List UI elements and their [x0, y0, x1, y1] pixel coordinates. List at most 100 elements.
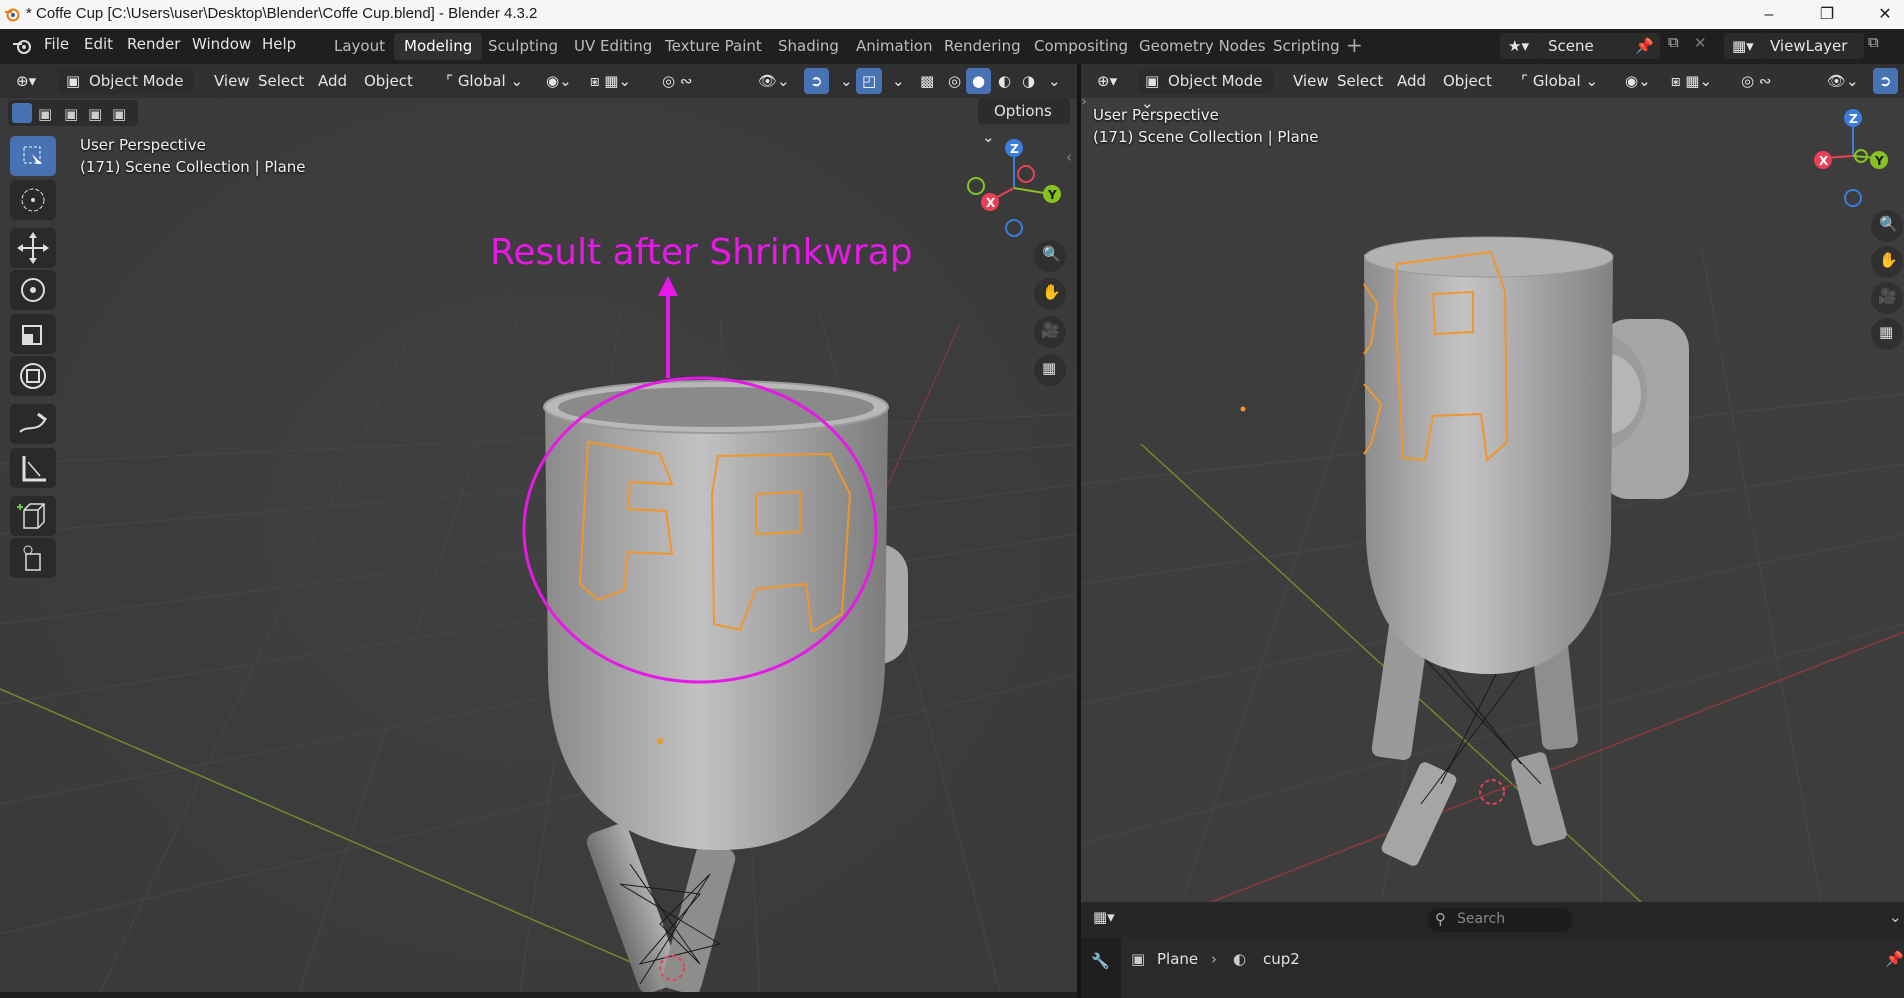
pivot-icon[interactable]: ◉⌄	[1619, 68, 1657, 94]
mode-selector[interactable]: ▣ Object Mode ⌄	[1137, 68, 1273, 112]
ortho-grid-icon[interactable]: ▦	[1034, 354, 1066, 386]
gizmo-dropdown-icon[interactable]: ⌄	[834, 68, 859, 94]
tab-modeling[interactable]: Modeling	[394, 33, 483, 60]
minimize-icon[interactable]: –	[1746, 2, 1792, 28]
editor-type-icon[interactable]: ⊕▾	[10, 68, 42, 94]
menu-add[interactable]: Add	[1391, 68, 1432, 94]
add-cube-tool[interactable]	[10, 496, 56, 536]
breadcrumb-object[interactable]: Plane	[1157, 950, 1198, 968]
move-tool[interactable]	[10, 228, 56, 268]
tab-shading[interactable]: Shading	[768, 33, 849, 60]
scale-tool[interactable]	[10, 314, 56, 354]
menu-object[interactable]: Object	[358, 68, 419, 94]
viewport-left-scene[interactable]	[0, 64, 1077, 992]
zoom-icon[interactable]: 🔍	[1034, 240, 1066, 272]
options-dropdown-icon[interactable]: ⌄	[1889, 908, 1902, 926]
viewlayer-name-field[interactable]: ViewLayer	[1764, 33, 1864, 59]
proportional-edit-icon[interactable]: ◎ ∾	[656, 68, 698, 94]
pivot-icon[interactable]: ◉⌄	[540, 68, 578, 94]
viewlayer-selector-icon[interactable]: ▦▾	[1724, 33, 1766, 59]
restore-icon[interactable]: ❐	[1804, 2, 1850, 28]
select-new-icon[interactable]	[12, 103, 32, 123]
transform-tool[interactable]	[10, 356, 56, 396]
tab-geometry-nodes[interactable]: Geometry Nodes	[1129, 33, 1276, 60]
annotate-tool[interactable]	[10, 404, 56, 444]
navigation-gizmo[interactable]: Z Y X	[1801, 104, 1901, 214]
material-shading-icon[interactable]: ◐	[992, 68, 1017, 94]
select-extend-icon[interactable]: ▣	[38, 105, 52, 123]
gizmo-toggle-icon[interactable]: ➲	[1873, 68, 1898, 94]
menu-select[interactable]: Select	[1331, 68, 1389, 94]
pin-icon[interactable]: 📌	[1635, 33, 1654, 59]
editor-type-icon[interactable]: ▦▾	[1093, 908, 1115, 926]
measure-tool[interactable]	[10, 448, 56, 488]
blender-menu-icon[interactable]	[12, 37, 32, 55]
cursor-tool[interactable]	[10, 180, 56, 220]
navigation-gizmo[interactable]: Z Y X	[962, 134, 1062, 244]
scene-selector-icon[interactable]: ★▾	[1500, 33, 1542, 59]
menu-select[interactable]: Select	[252, 68, 310, 94]
delete-scene-icon[interactable]: ✕	[1694, 34, 1707, 52]
menu-help[interactable]: Help	[262, 35, 296, 53]
scene-name-field[interactable]: Scene 📌	[1540, 33, 1660, 59]
tab-compositing[interactable]: Compositing	[1024, 33, 1138, 60]
camera-view-icon[interactable]: 🎥	[1034, 316, 1066, 348]
snap-icon[interactable]: ⧆ ▦⌄	[1665, 68, 1718, 94]
pin-icon[interactable]: 📌	[1885, 950, 1904, 968]
menu-window[interactable]: Window	[192, 35, 251, 53]
select-box-tool[interactable]	[10, 136, 56, 176]
options-button[interactable]: Options ⌄	[978, 98, 1070, 146]
new-scene-icon[interactable]: ⧉	[1668, 33, 1679, 51]
menu-view[interactable]: View	[1287, 68, 1335, 94]
breadcrumb-mesh[interactable]: cup2	[1263, 950, 1300, 968]
tab-rendering[interactable]: Rendering	[934, 33, 1031, 60]
rendered-shading-icon[interactable]: ◑	[1016, 68, 1041, 94]
snap-icon[interactable]: ⧆ ▦⌄	[584, 68, 637, 94]
orientation-selector[interactable]: ⌜ Global ⌄	[1515, 68, 1604, 94]
tab-layout[interactable]: Layout	[324, 33, 395, 60]
add-object-tool[interactable]	[10, 538, 56, 578]
camera-view-icon[interactable]: 🎥	[1871, 282, 1903, 314]
viewport-right[interactable]: ⊕▾ ▣ Object Mode ⌄ View Select Add Objec…	[1081, 64, 1904, 902]
select-subtract-icon[interactable]: ▣	[64, 105, 78, 123]
tab-animation[interactable]: Animation	[846, 33, 942, 60]
sidebar-toggle-icon[interactable]: ›	[1081, 92, 1087, 110]
menu-render[interactable]: Render	[127, 35, 180, 53]
viewport-right-scene[interactable]	[1081, 64, 1904, 902]
tab-sculpting[interactable]: Sculpting	[478, 33, 568, 60]
menu-file[interactable]: File	[44, 35, 69, 53]
close-icon[interactable]: ✕	[1862, 2, 1904, 28]
rotate-tool[interactable]	[10, 270, 56, 310]
orientation-selector[interactable]: ⌜ Global ⌄	[440, 68, 529, 94]
mode-selector[interactable]: ▣ Object Mode ⌄	[58, 68, 194, 112]
overlay-toggle-icon[interactable]: ◰	[856, 68, 883, 94]
shading-dropdown-icon[interactable]: ⌄	[1042, 68, 1067, 94]
wireframe-shading-icon[interactable]: ◎	[942, 68, 967, 94]
ortho-grid-icon[interactable]: ▦	[1871, 318, 1903, 350]
select-intersect-icon[interactable]: ▣	[112, 105, 126, 123]
zoom-icon[interactable]: 🔍	[1871, 210, 1903, 242]
visibility-icon[interactable]: 👁⌄	[1821, 68, 1865, 94]
pan-hand-icon[interactable]: ✋	[1034, 278, 1066, 310]
editor-type-icon[interactable]: ⊕▾	[1091, 68, 1123, 94]
menu-view[interactable]: View	[208, 68, 256, 94]
proportional-edit-icon[interactable]: ◎ ∾	[1735, 68, 1777, 94]
gizmo-toggle-icon[interactable]: ➲	[804, 68, 829, 94]
menu-edit[interactable]: Edit	[84, 35, 113, 53]
new-viewlayer-icon[interactable]: ⧉	[1868, 33, 1879, 51]
tool-settings-icon[interactable]: 🔧	[1091, 952, 1110, 970]
overlay-dropdown-icon[interactable]: ⌄	[886, 68, 911, 94]
viewport-left[interactable]: ⊕▾ ▣ Object Mode ⌄ View Select Add Objec…	[0, 64, 1077, 992]
tab-texture-paint[interactable]: Texture Paint	[655, 33, 772, 60]
menu-object[interactable]: Object	[1437, 68, 1498, 94]
properties-search-field[interactable]: ⚲ Search	[1427, 908, 1573, 932]
menu-add[interactable]: Add	[312, 68, 353, 94]
select-invert-icon[interactable]: ▣	[88, 105, 102, 123]
visibility-icon[interactable]: 👁⌄	[752, 68, 796, 94]
add-workspace-icon[interactable]: +	[1346, 33, 1363, 57]
tab-uv-editing[interactable]: UV Editing	[564, 33, 662, 60]
tab-scripting[interactable]: Scripting	[1263, 33, 1350, 60]
pan-hand-icon[interactable]: ✋	[1871, 246, 1903, 278]
solid-shading-icon[interactable]: ●	[966, 68, 992, 94]
sidebar-toggle-icon[interactable]: ‹	[1066, 148, 1072, 166]
